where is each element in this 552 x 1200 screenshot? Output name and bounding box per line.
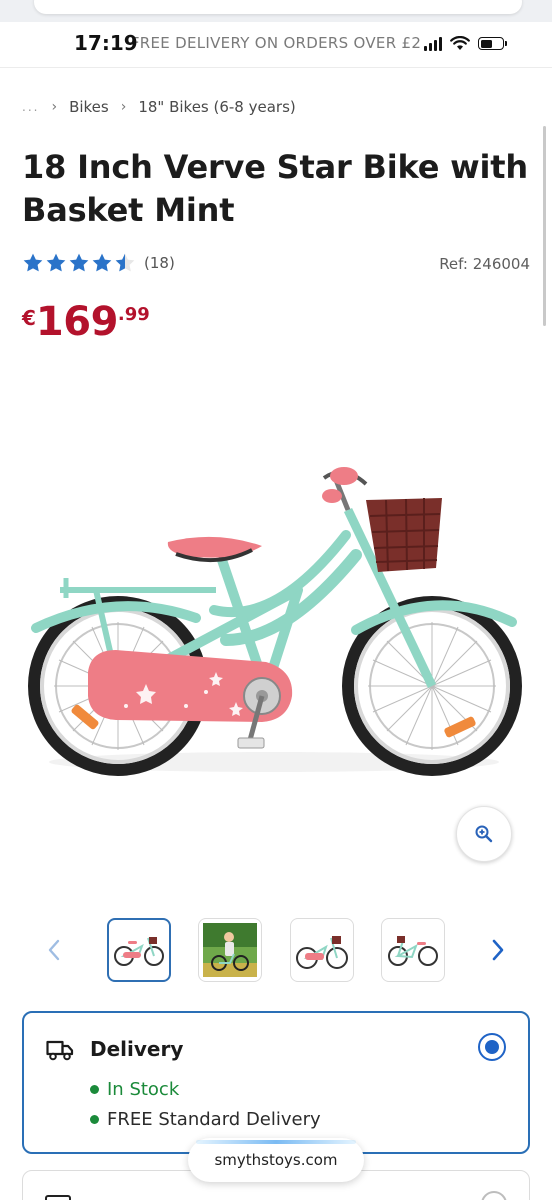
star-full-icon [92,253,112,272]
price-cents: .99 [117,304,150,325]
delivery-truck-icon [46,1040,74,1061]
chevron-right-icon: › [120,99,127,115]
breadcrumb-item-bikes[interactable]: Bikes [69,98,109,116]
status-dot-icon [90,1115,99,1124]
store-icon [45,1195,71,1200]
star-full-icon [46,253,66,272]
chevron-right-icon [492,939,504,961]
browser-tab-pill[interactable] [34,0,522,14]
product-title: 18 Inch Verve Star Bike with Basket Mint [22,148,528,229]
chevron-left-icon [48,939,60,961]
carousel-prev-button[interactable] [40,934,68,966]
thumbnail-carousel [0,918,552,982]
stock-status: In Stock [90,1079,179,1100]
status-dot-icon [90,1085,99,1094]
carousel-next-button[interactable] [484,934,512,966]
battery-icon [478,37,507,50]
breadcrumb-item-18-inch-bikes[interactable]: 18" Bikes (6-8 years) [138,98,295,116]
thumbnail-4[interactable] [381,918,445,982]
star-full-icon [23,253,43,272]
thumbnail-bike-image [296,936,348,969]
thumbnail-2[interactable] [198,918,262,982]
product-reference: Ref: 246004 [439,255,530,273]
thumbnail-3[interactable] [290,918,354,982]
thumbnail-1[interactable] [107,918,171,982]
status-time: 17:19 [74,31,138,55]
wifi-icon [450,36,470,50]
cellular-signal-icon [424,36,442,51]
browser-tab-strip [0,0,552,22]
rating-stars [22,252,136,274]
collection-radio[interactable] [481,1191,507,1200]
breadcrumb-ellipsis[interactable]: ... [22,100,39,114]
delivery-note-text: FREE Standard Delivery [107,1109,321,1130]
product-price: € 169 .99 [22,298,150,346]
status-icons [424,36,507,51]
delivery-note: FREE Standard Delivery [90,1109,321,1130]
rating-row[interactable]: (18) [22,252,175,274]
thumbnail-bike-image [114,937,164,966]
price-whole: 169 [35,299,119,345]
star-full-icon [69,253,89,272]
star-half-icon [115,253,135,272]
zoom-button[interactable] [456,806,512,862]
product-main-image[interactable] [26,450,526,790]
thumbnail-bike-image [388,936,438,966]
price-currency: € [22,306,36,330]
stock-status-text: In Stock [107,1079,180,1100]
thumbnail-lifestyle-image [203,923,257,977]
browser-url-bar[interactable]: smythstoys.com [188,1138,364,1182]
review-count[interactable]: (18) [144,254,175,272]
breadcrumb: ... › Bikes › 18" Bikes (6-8 years) [22,98,296,116]
status-row: FREE DELIVERY ON ORDERS OVER £2 17:19 [0,22,552,68]
scrollbar[interactable] [543,126,546,326]
delivery-title: Delivery [90,1037,184,1061]
delivery-radio[interactable] [478,1033,506,1061]
delivery-option-card[interactable]: Delivery In Stock FREE Standard Delivery [22,1011,530,1154]
chevron-right-icon: › [51,99,58,115]
zoom-in-icon [475,825,493,843]
